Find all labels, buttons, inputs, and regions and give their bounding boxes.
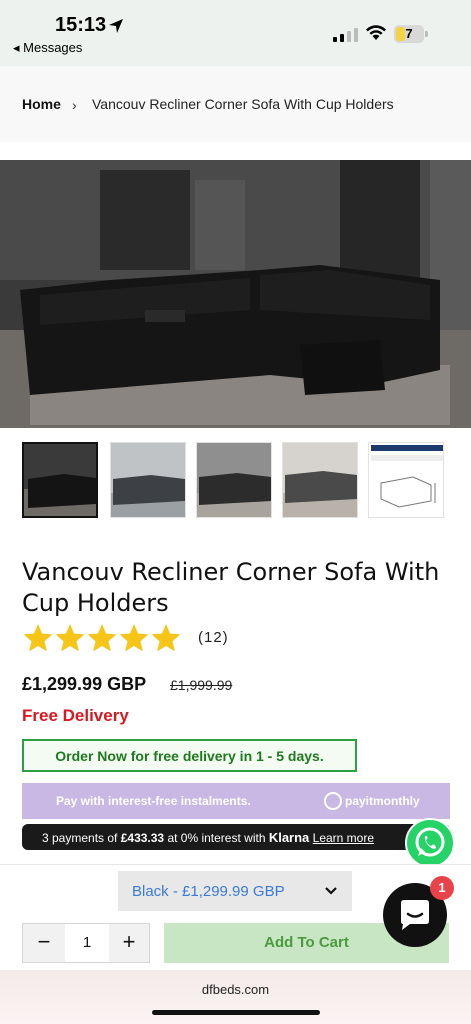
chat-notification-badge: 1 <box>430 876 454 900</box>
product-price: £1,299.99 GBP <box>22 674 147 694</box>
star-icon <box>87 624 117 652</box>
thumbnail-5-dimensions[interactable] <box>368 442 444 518</box>
quantity-increase-button[interactable]: + <box>109 924 149 962</box>
whatsapp-button[interactable] <box>405 818 455 868</box>
thumbnail-1[interactable] <box>22 442 98 518</box>
free-delivery-label: Free Delivery <box>22 706 129 725</box>
thumbnail-gallery <box>22 442 452 518</box>
review-count[interactable]: (12) <box>198 629 229 646</box>
thumbnail-4[interactable] <box>282 442 358 518</box>
chevron-right-icon: › <box>72 97 77 113</box>
quantity-decrease-button[interactable]: − <box>23 924 65 962</box>
wifi-icon <box>366 25 386 40</box>
star-icon <box>151 624 181 652</box>
battery-level: 7 <box>405 26 413 41</box>
order-now-text: Order Now for free delivery in 1 - 5 day… <box>55 748 324 764</box>
home-indicator[interactable] <box>152 1010 320 1015</box>
star-icon <box>119 624 149 652</box>
payitmonthly-logo: payitmonthly <box>324 792 444 810</box>
klarna-amount: £433.33 <box>120 831 165 845</box>
signal-icon <box>333 28 358 42</box>
payitmonthly-banner[interactable]: Pay with interest-free instalments. payi… <box>22 783 450 819</box>
klarna-banner: 3 payments of £433.33 at 0% interest wit… <box>22 824 450 850</box>
url-text: dfbeds.com <box>201 982 270 997</box>
star-icon <box>55 624 85 652</box>
klarna-learn-more-link[interactable]: Learn more <box>313 831 374 845</box>
klarna-prefix: 3 payments of <box>42 831 121 845</box>
thumbnail-3[interactable] <box>196 442 272 518</box>
chevron-down-icon <box>325 887 337 895</box>
breadcrumb-home-link[interactable]: Home <box>22 96 61 112</box>
breadcrumb-current: Vancouv Recliner Corner Sofa With Cup Ho… <box>92 96 394 112</box>
klarna-middle: at 0% interest with <box>164 831 269 845</box>
browser-address-bar[interactable]: dfbeds.com <box>0 970 471 1024</box>
status-time: 15:13 <box>55 14 107 36</box>
back-to-messages-link[interactable]: ◂ Messages <box>13 40 82 56</box>
location-arrow-icon <box>109 19 123 33</box>
quantity-stepper: − 1 + <box>22 923 150 963</box>
star-icon <box>23 624 53 652</box>
quantity-input[interactable]: 1 <box>65 924 109 962</box>
star-rating[interactable] <box>22 622 182 656</box>
compare-at-price: £1,999.99 <box>170 677 233 693</box>
variant-select[interactable]: Black - £1,299.99 GBP <box>118 871 352 911</box>
thumbnail-2[interactable] <box>110 442 186 518</box>
variant-selected-value: Black - £1,299.99 GBP <box>132 883 285 900</box>
status-bar: 15:13 ◂ Messages 7 <box>0 0 471 66</box>
breadcrumb: Home › Vancouv Recliner Corner Sofa With… <box>0 66 471 142</box>
product-main-image[interactable] <box>0 160 471 428</box>
product-title: Vancouv Recliner Corner Sofa With Cup Ho… <box>22 558 440 617</box>
whatsapp-icon <box>415 827 445 857</box>
payitmonthly-text: Pay with interest-free instalments. <box>56 794 251 808</box>
klarna-logo: Klarna <box>268 830 310 845</box>
order-now-banner: Order Now for free delivery in 1 - 5 day… <box>22 739 357 772</box>
battery-icon: 7 <box>394 25 428 43</box>
